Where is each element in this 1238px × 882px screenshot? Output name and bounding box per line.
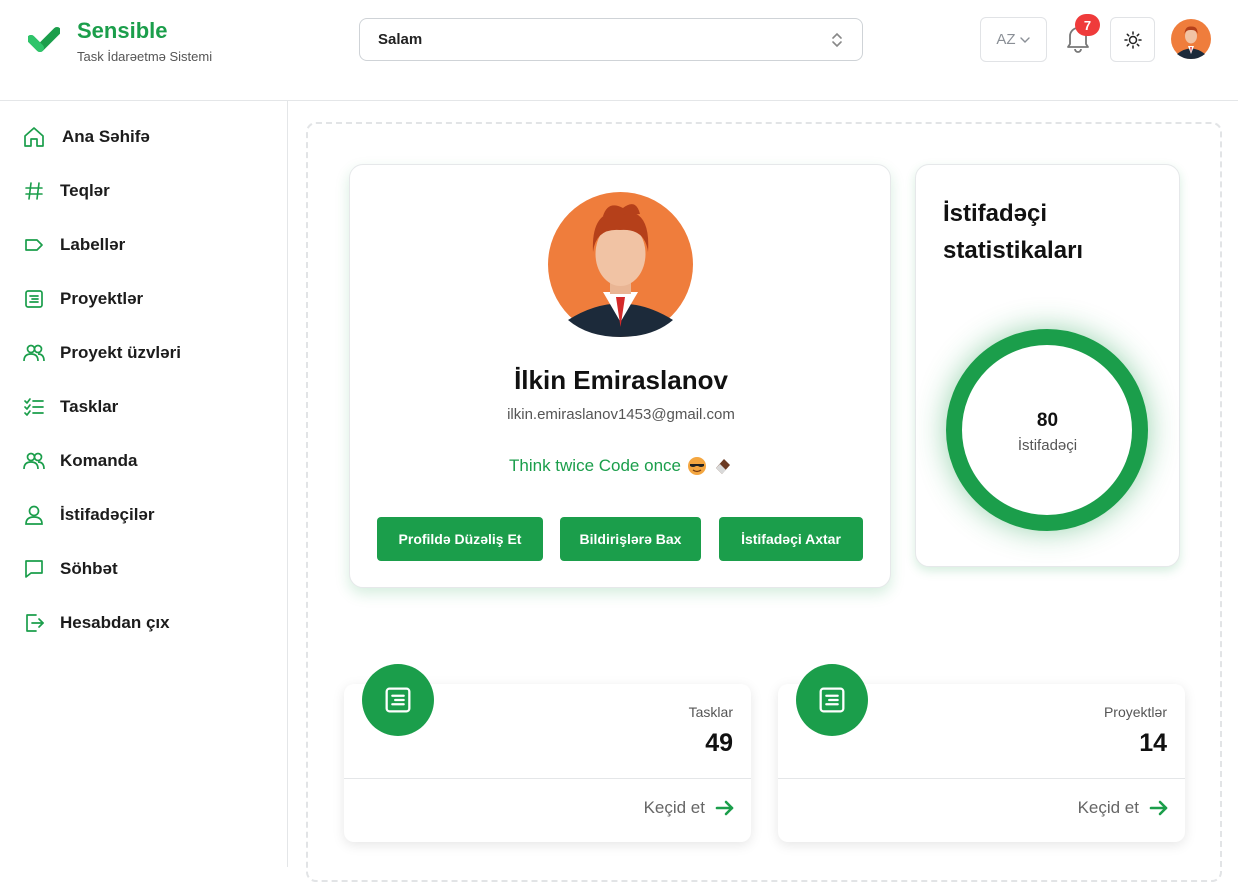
notification-badge: 7 [1075, 14, 1100, 36]
sun-icon [1123, 30, 1142, 49]
sidebar: Ana Səhifə Teqlər Labellər Proyektlər Pr… [0, 101, 288, 867]
stats-label: İstifadəçi [1017, 437, 1078, 454]
sidebar-item-label: Söhbət [60, 559, 118, 578]
divider [344, 778, 751, 779]
chevron-down-icon [1019, 36, 1030, 43]
cool-face-emoji-icon [687, 457, 706, 475]
sidebar-item-logout[interactable]: Hesabdan çıx [22, 608, 170, 638]
document-icon [385, 687, 411, 713]
tasks-card-link-label: Keçid et [643, 798, 705, 817]
updown-chevron-icon [832, 32, 842, 47]
tasks-card-label: Tasklar [688, 704, 733, 720]
avatar[interactable] [1171, 19, 1211, 59]
sidebar-item-projects[interactable]: Proyektlər [22, 284, 143, 314]
sidebar-item-label: Proyektlər [60, 289, 144, 308]
sidebar-item-label: Teqlər [60, 181, 110, 200]
label-icon [25, 239, 43, 251]
home-icon [24, 127, 44, 147]
checklist-icon [24, 398, 44, 416]
tasks-card-value: 49 [705, 729, 733, 757]
arrow-right-icon [715, 800, 734, 816]
project-select-value: Salam [378, 31, 423, 48]
project-icon [25, 290, 43, 308]
document-icon [819, 687, 845, 713]
edit-profile-button[interactable]: Profildə Düzəliş Et [377, 517, 543, 561]
hash-icon [25, 182, 43, 200]
project-select[interactable]: Salam [359, 18, 863, 61]
logo-icon [28, 27, 60, 52]
divider [778, 778, 1185, 779]
sidebar-item-label: Tasklar [60, 397, 119, 416]
sidebar-item-project-members[interactable]: Proyekt üzvləri [22, 338, 181, 368]
sidebar-item-labels[interactable]: Labellər [22, 230, 125, 260]
profile-bio: Think twice Code once [350, 456, 892, 476]
view-notifications-button[interactable]: Bildirişlərə Bax [560, 517, 701, 561]
sidebar-item-label: Labellər [60, 235, 126, 254]
profile-name: İlkin Emiraslanov [514, 365, 728, 395]
chat-icon [25, 560, 43, 578]
sidebar-item-label: Hesabdan çıx [60, 613, 170, 632]
search-user-button[interactable]: İstifadəçi Axtar [719, 517, 863, 561]
sidebar-item-chat[interactable]: Söhbət [22, 554, 118, 584]
projects-card-icon-circle [796, 664, 868, 736]
tasks-card-link[interactable]: Keçid et [644, 798, 735, 818]
chocolate-emoji-icon [715, 459, 730, 474]
projects-card-value: 14 [1139, 729, 1167, 757]
tasks-card-icon-circle [362, 664, 434, 736]
projects-card-link-label: Keçid et [1077, 798, 1139, 817]
sidebar-item-users[interactable]: İstifadəçilər [22, 500, 155, 530]
sidebar-item-team[interactable]: Komanda [22, 446, 137, 476]
stats-title: İstifadəçi statistikaları [943, 200, 1084, 264]
sidebar-item-tasks[interactable]: Tasklar [22, 392, 118, 422]
theme-toggle-button[interactable] [1110, 17, 1155, 62]
projects-card-link[interactable]: Keçid et [1078, 798, 1169, 818]
logout-icon [26, 614, 44, 632]
language-value: AZ [996, 31, 1016, 48]
projects-card-label: Proyektlər [1103, 704, 1167, 720]
projects-summary-card: Proyektlər 14 Keçid et [778, 664, 1185, 842]
stats-value: 80 [1036, 410, 1059, 431]
profile-avatar [548, 192, 693, 337]
sidebar-item-tags[interactable]: Teqlər [22, 176, 110, 206]
sidebar-item-label: Proyekt üzvləri [60, 343, 181, 362]
arrow-right-icon [1149, 800, 1168, 816]
brand-subtitle: Task İdarəetmə Sistemi [77, 49, 213, 64]
user-stats-card: İstifadəçi statistikaları 80 İstifadəçi [915, 164, 1180, 567]
profile-bio-text: Think twice Code once [509, 456, 681, 475]
sidebar-item-home[interactable]: Ana Səhifə [22, 122, 150, 152]
team-icon [23, 452, 45, 470]
brand-name[interactable]: Sensible [77, 18, 167, 44]
top-header: Sensible Task İdarəetmə Sistemi Salam AZ… [0, 0, 1238, 101]
users-icon [23, 344, 45, 362]
user-icon [25, 505, 43, 525]
sidebar-item-label: Komanda [60, 451, 138, 470]
profile-email: ilkin.emiraslanov1453@gmail.com [507, 406, 735, 423]
sidebar-item-label: Ana Səhifə [62, 127, 150, 146]
profile-card: İlkin Emiraslanov ilkin.emiraslanov1453@… [349, 164, 891, 588]
language-select[interactable]: AZ [980, 17, 1047, 62]
sidebar-item-label: İstifadəçilər [60, 505, 155, 524]
tasks-summary-card: Tasklar 49 Keçid et [344, 664, 751, 842]
